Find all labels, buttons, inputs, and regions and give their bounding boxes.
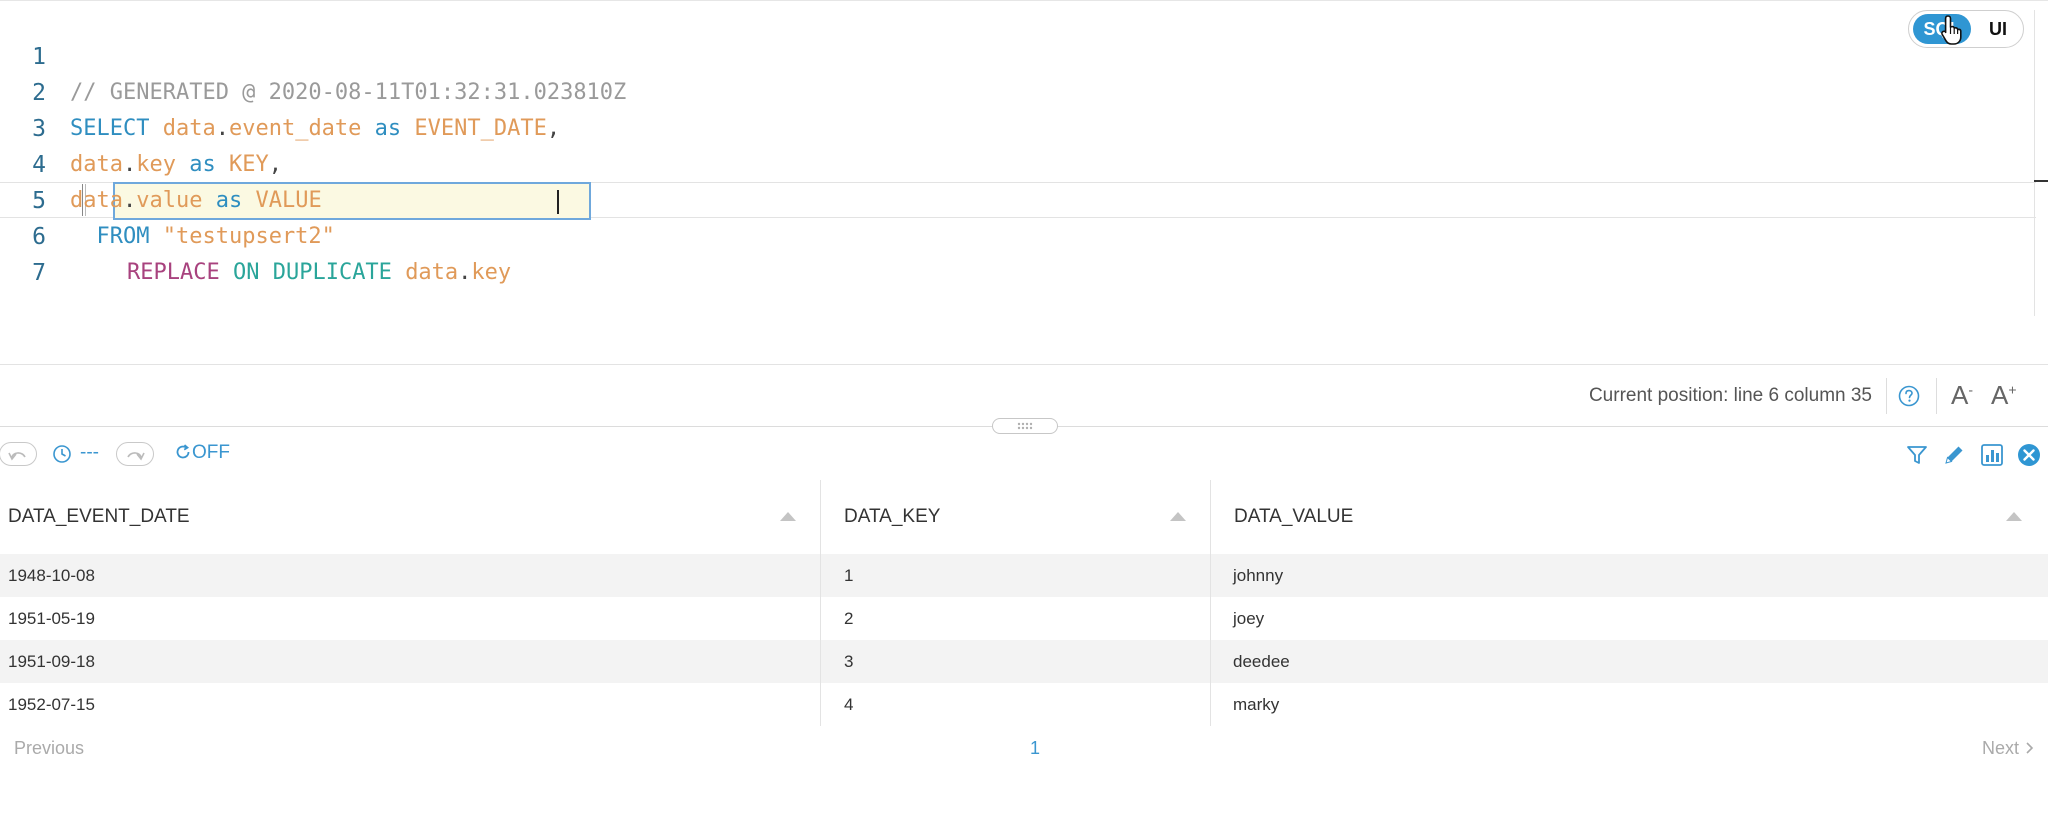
editor-scrollbar[interactable] (2034, 10, 2035, 316)
punctuation-dot: . (458, 260, 472, 285)
column-header-label: DATA_KEY (844, 506, 941, 527)
next-page-button[interactable]: Next (1982, 738, 2036, 759)
font-minus-sign: - (1968, 381, 1974, 398)
keyword-on: ON (232, 260, 260, 285)
cell-key: 4 (844, 695, 854, 714)
undo-icon (8, 452, 26, 461)
clock-icon[interactable] (52, 444, 72, 464)
next-label: Next (1981, 738, 2019, 758)
sql-ui-mode-toggle[interactable]: SQL UI (1908, 10, 2024, 48)
code-line-3[interactable]: 3 data.key as KEY, (0, 75, 2036, 177)
refresh-icon (176, 444, 190, 459)
sort-asc-icon[interactable] (2006, 512, 2022, 521)
close-icon[interactable] (2016, 442, 2042, 468)
pencil-icon[interactable] (1941, 442, 1967, 468)
sort-asc-icon[interactable] (1170, 512, 1186, 521)
refresh-state-label: OFF (192, 442, 230, 463)
line-number: 7 (32, 260, 46, 286)
grip-dots-icon (1017, 422, 1033, 430)
table-row[interactable]: 1952-07-15 4 marky (0, 683, 2048, 726)
font-plus-sign: + (2008, 381, 2017, 398)
scrollbar-position-marker (2034, 180, 2048, 182)
chevron-right-icon (2026, 742, 2034, 754)
code-line-1[interactable]: 1 // GENERATED @ 2020-08-11T01:32:31.023… (0, 3, 2036, 105)
table-header-row: DATA_EVENT_DATE DATA_KEY DATA_VALUE (0, 480, 2048, 554)
column-divider (1210, 480, 1211, 726)
auto-refresh-toggle[interactable]: OFF (174, 442, 230, 464)
ui-mode-button[interactable]: UI (1977, 14, 2019, 44)
column-header-label: DATA_VALUE (1234, 506, 1354, 527)
column-header-event-date[interactable]: DATA_EVENT_DATE (0, 480, 820, 554)
cursor-position-text: Current position: line 6 column 35 (1588, 385, 1872, 406)
table-row[interactable]: 1951-05-19 2 joey (0, 597, 2048, 640)
identifier-field: key (471, 260, 512, 285)
cell-value: joey (1233, 609, 1265, 628)
cell-key: 2 (844, 609, 854, 628)
pane-resize-handle[interactable] (992, 418, 1058, 434)
decrease-font-button[interactable]: A- (1951, 380, 1973, 411)
history-indicator[interactable]: --- (80, 442, 99, 464)
cell-event-date: 1951-05-19 (8, 609, 95, 628)
column-header-label: DATA_EVENT_DATE (8, 506, 190, 527)
font-letter: A (1951, 380, 1969, 410)
page-number[interactable]: 1 (1030, 738, 1040, 759)
column-header-key[interactable]: DATA_KEY (836, 480, 1226, 554)
redo-icon (127, 452, 145, 461)
cell-event-date: 1951-09-18 (8, 652, 95, 671)
results-toolbar: --- OFF (0, 434, 2048, 474)
text-cursor (557, 190, 559, 214)
code-line-2[interactable]: 2 SELECT data.event_date as EVENT_DATE, (0, 39, 2036, 141)
help-icon[interactable] (1898, 385, 1920, 407)
cell-event-date: 1948-10-08 (8, 566, 95, 585)
code-line-7[interactable]: 7 (0, 219, 2036, 286)
keyword-duplicate: DUPLICATE (272, 260, 392, 285)
font-letter: A (1991, 380, 2009, 410)
cell-key: 3 (844, 652, 854, 671)
code-line-5[interactable]: 5 FROM "testupsert2" (0, 147, 2036, 249)
table-row[interactable]: 1948-10-08 1 johnny (0, 554, 2048, 597)
cell-value: deedee (1233, 652, 1290, 671)
cell-value: johnny (1233, 566, 1284, 585)
sql-editor[interactable]: 1 // GENERATED @ 2020-08-11T01:32:31.023… (0, 0, 2048, 365)
redo-button[interactable] (116, 442, 154, 466)
column-divider (820, 480, 821, 726)
cell-event-date: 1952-07-15 (8, 695, 95, 714)
identifier-object: data (405, 260, 459, 285)
editor-top-border (0, 0, 2048, 1)
sort-asc-icon[interactable] (780, 512, 796, 521)
chart-icon[interactable] (1979, 442, 2005, 468)
cell-value: marky (1233, 695, 1280, 714)
keyword-replace: REPLACE (127, 260, 220, 285)
filter-icon[interactable] (1904, 442, 1930, 468)
divider (1886, 378, 1887, 414)
cell-key: 1 (844, 566, 854, 585)
table-row[interactable]: 1951-09-18 3 deedee (0, 640, 2048, 683)
code-line-6[interactable]: 6 REPLACE ON DUPLICATE data.key (0, 183, 2036, 285)
code-line-4[interactable]: 4 data.value as VALUE (0, 111, 2036, 213)
divider (1936, 378, 1937, 414)
increase-font-button[interactable]: A+ (1991, 380, 2017, 411)
hand-cursor-icon (1941, 15, 1962, 45)
pagination: Previous 1 Next (0, 730, 2048, 770)
undo-button[interactable] (0, 442, 37, 466)
previous-page-button[interactable]: Previous (14, 738, 84, 759)
column-header-value[interactable]: DATA_VALUE (1226, 480, 2048, 554)
